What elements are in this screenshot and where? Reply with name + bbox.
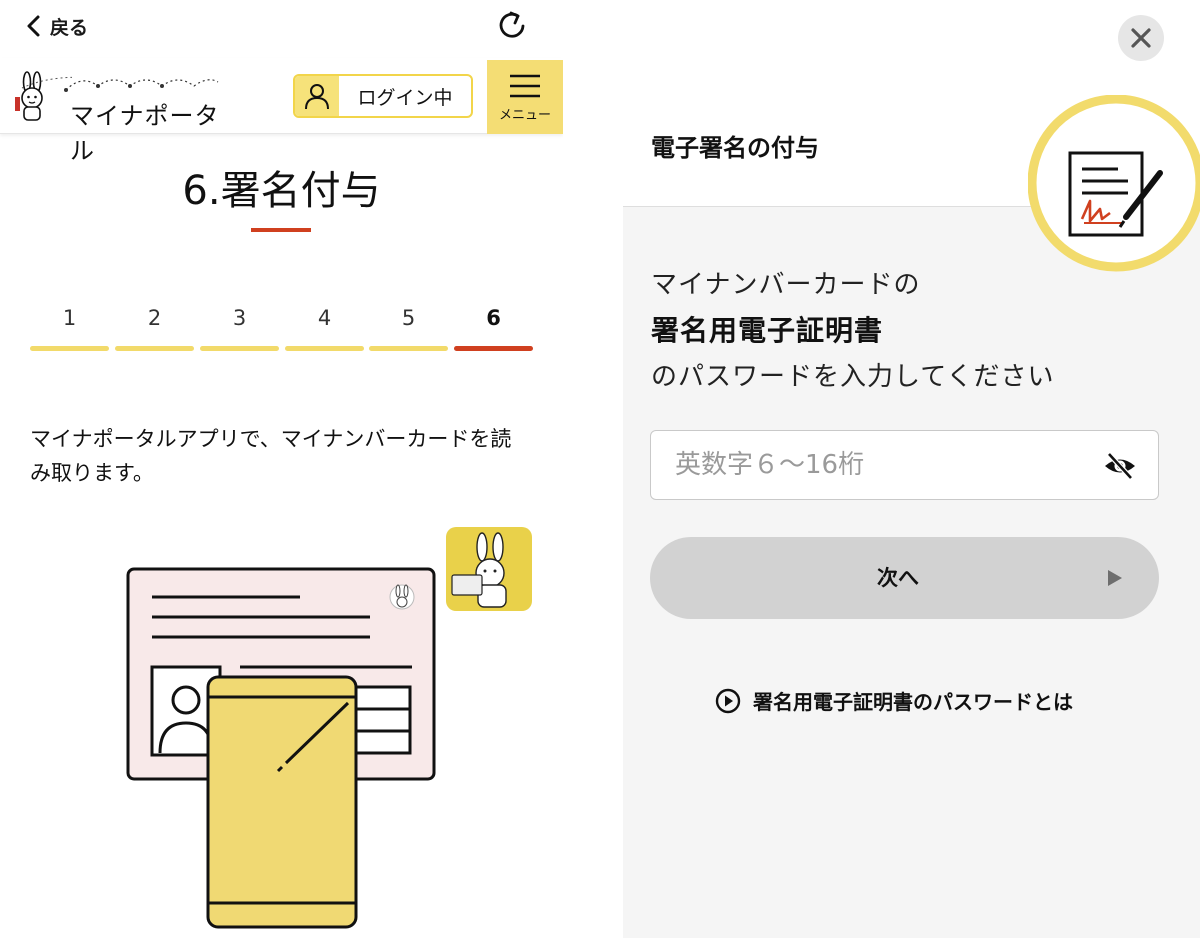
step-4: 4 (285, 300, 364, 356)
portal-screen: 戻る マイナポータル ログイン中 メニュー 6.署名付与 1 2 3 4 5 6… (0, 0, 563, 938)
next-label: 次へ (877, 566, 919, 590)
login-status-button[interactable]: ログイン中 (293, 74, 473, 118)
step-bar (115, 346, 194, 351)
step-number: 2 (147, 306, 162, 330)
chevron-left-icon (27, 15, 40, 37)
step-bar (30, 346, 109, 351)
back-button[interactable]: 戻る (24, 8, 88, 44)
step-bar (285, 346, 364, 351)
back-label: 戻る (50, 16, 89, 39)
eye-slash-icon (1105, 452, 1135, 480)
password-field (650, 430, 1159, 500)
prompt-line-1: マイナンバーカードの (651, 270, 921, 300)
play-arrow-icon (1108, 570, 1122, 586)
smartphone (206, 675, 358, 929)
play-circle-icon (715, 688, 741, 713)
close-icon (1131, 28, 1151, 48)
step-bar (369, 346, 448, 351)
logo-text: マイナポータル (70, 102, 220, 165)
step-5: 5 (369, 300, 448, 356)
password-input[interactable] (651, 431, 1091, 498)
menu-button[interactable]: メニュー (487, 60, 563, 134)
close-button[interactable] (1118, 15, 1164, 61)
password-prompt: マイナンバーカードの 署名用電子証明書 のパスワードを入力してください (651, 262, 1181, 400)
signature-modal: 電子署名の付与 マイナンバーカードの 署名用電子証明書 のパスワードを入力してく… (623, 0, 1200, 938)
step-indicator: 1 2 3 4 5 6 (30, 300, 533, 356)
step-number: 3 (232, 306, 247, 330)
card-reading-illustration (120, 525, 540, 938)
help-label: 署名用電子証明書のパスワードとは (753, 690, 1073, 714)
myna-portal-logo[interactable]: マイナポータル (12, 68, 232, 165)
password-help-link[interactable]: 署名用電子証明書のパスワードとは (715, 686, 1073, 715)
browser-topbar: 戻る (0, 0, 563, 55)
instruction-text: マイナポータルアプリで、マイナンバーカードを読み取ります。 (30, 427, 512, 485)
mynaportal-app-icon (446, 527, 532, 611)
logo-dotted-arc (64, 79, 219, 92)
step-bar (200, 346, 279, 351)
modal-title: 電子署名の付与 (651, 134, 819, 162)
password-visibility-toggle[interactable] (1103, 451, 1137, 481)
login-label: ログイン中 (357, 86, 453, 109)
user-icon (295, 76, 339, 116)
step-2: 2 (115, 300, 194, 356)
menu-label: メニュー (498, 108, 551, 123)
title-underline (251, 228, 311, 232)
hamburger-icon (510, 74, 540, 98)
page-title: 6.署名付与 (182, 168, 381, 214)
step-1: 1 (30, 300, 109, 356)
step-number: 5 (401, 306, 416, 330)
prompt-line-2: 署名用電子証明書 (651, 314, 884, 347)
reload-button[interactable] (494, 8, 530, 44)
step-number: 6 (486, 306, 501, 330)
next-button[interactable]: 次へ (650, 537, 1159, 619)
reload-icon (499, 11, 525, 38)
site-header: マイナポータル ログイン中 メニュー (0, 58, 563, 165)
step-number: 1 (62, 306, 77, 330)
step-number: 4 (317, 306, 332, 330)
prompt-line-3: のパスワードを入力してください (651, 362, 1055, 392)
step-6-current: 6 (454, 300, 533, 356)
panel-gap (563, 0, 623, 938)
step-bar (454, 346, 533, 351)
step-3: 3 (200, 300, 279, 356)
